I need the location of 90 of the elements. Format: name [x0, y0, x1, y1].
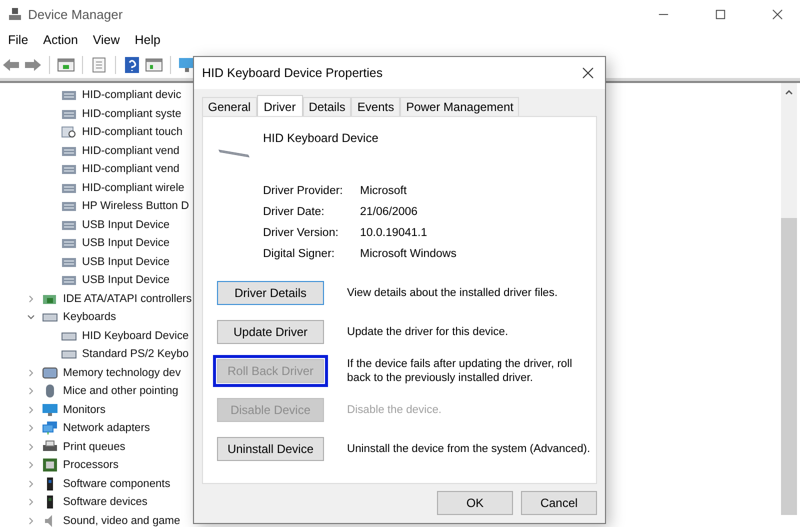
tree-item[interactable]: Network adapters: [63, 422, 150, 434]
tree-item[interactable]: Mice and other pointing: [63, 385, 178, 398]
device-category-icon: [42, 458, 58, 472]
tree-item[interactable]: Software devices: [63, 496, 148, 508]
expand-chevron-icon[interactable]: [27, 424, 35, 432]
tab[interactable]: Details: [302, 97, 352, 116]
expand-chevron-icon[interactable]: [27, 294, 35, 303]
action-description: If the device fails after updating the driver, roll back to the previously installed driver.: [347, 357, 574, 385]
tree-item[interactable]: IDE ATA/ATAPI controllers: [63, 292, 192, 305]
keyboard-device-icon: [61, 236, 77, 250]
collapse-chevron-icon[interactable]: [27, 313, 35, 322]
expand-chevron-icon[interactable]: [27, 516, 35, 525]
menu-item[interactable]: Action: [43, 33, 78, 47]
scrollbar-thumb[interactable]: [781, 218, 797, 515]
expand-chevron-icon[interactable]: [27, 461, 35, 470]
property-value: Microsoft Windows: [360, 248, 458, 260]
tab[interactable]: Driver: [256, 95, 303, 117]
window-title: Device Manager: [28, 6, 123, 22]
close-icon[interactable]: [582, 67, 594, 79]
tree-item[interactable]: HP Wireless Button D: [82, 200, 190, 212]
tree-item[interactable]: HID-compliant devic: [82, 89, 182, 102]
window-icon[interactable]: [57, 57, 75, 73]
keyboard-device-icon: [61, 273, 77, 288]
help-icon[interactable]: [123, 57, 141, 73]
tab[interactable]: General: [202, 97, 257, 116]
action-description: Disable the device.: [347, 403, 443, 417]
tree-item[interactable]: USB Input Device: [82, 237, 170, 250]
action-button[interactable]: Uninstall Device: [217, 437, 324, 461]
expand-chevron-icon[interactable]: [27, 480, 35, 488]
expand-chevron-icon[interactable]: [27, 368, 35, 377]
tree-item[interactable]: HID-compliant wirele: [82, 182, 184, 194]
tree-item[interactable]: Sound, video and game: [63, 514, 180, 527]
forward-arrow-icon[interactable]: [24, 57, 42, 73]
tree-item[interactable]: Standard PS/2 Keybo: [82, 348, 189, 360]
back-arrow-icon[interactable]: [2, 57, 20, 73]
device-category-icon: [42, 440, 58, 454]
expand-chevron-icon[interactable]: [27, 498, 35, 506]
tree-item[interactable]: HID-compliant vend: [82, 163, 180, 176]
property-value: 21/06/2006: [360, 206, 419, 218]
action-description: View details about the installed driver files.: [347, 286, 559, 300]
maximize-icon[interactable]: [715, 8, 726, 20]
tree-item[interactable]: Software components: [63, 478, 170, 490]
keyboard-device-icon: [61, 162, 77, 176]
action-description: Uninstall the device from the system (Advanced).: [347, 442, 592, 456]
device-category-icon: [42, 402, 58, 417]
menu-item[interactable]: File: [8, 33, 28, 47]
expand-chevron-icon[interactable]: [27, 406, 35, 414]
property-value: Microsoft: [360, 185, 408, 197]
property-value: 10.0.19041.1: [360, 227, 428, 239]
menu-item[interactable]: View: [92, 33, 120, 47]
dialog-button[interactable]: Cancel: [521, 491, 597, 515]
device-category-icon: [42, 366, 58, 380]
tree-item[interactable]: HID-compliant touch: [82, 126, 182, 138]
tab[interactable]: Power Management: [400, 97, 520, 116]
property-label: Digital Signer:: [263, 248, 336, 260]
device-name: HID Keyboard Device: [263, 131, 378, 145]
scroll-up-icon[interactable]: [785, 89, 793, 95]
tree-item[interactable]: Memory technology dev: [63, 366, 181, 379]
property-label: Driver Date:: [263, 206, 326, 218]
action-button[interactable]: Driver Details: [217, 281, 324, 305]
menu-item[interactable]: Help: [134, 33, 160, 47]
keyboard-icon: [217, 147, 251, 159]
document-icon[interactable]: [90, 57, 108, 73]
scrollbar[interactable]: [781, 83, 797, 515]
property-label: Driver Provider:: [263, 185, 344, 197]
tree-item[interactable]: Processors: [63, 459, 118, 472]
tree-item[interactable]: Monitors: [63, 404, 106, 416]
expand-chevron-icon[interactable]: [27, 442, 35, 451]
expand-chevron-icon[interactable]: [27, 387, 35, 396]
window-icon[interactable]: [145, 57, 163, 73]
close-icon[interactable]: [772, 8, 783, 20]
tree-item[interactable]: HID-compliant syste: [82, 108, 182, 120]
tree-item[interactable]: HID-compliant vend: [82, 144, 180, 157]
property-label: Driver Version:: [263, 227, 340, 239]
touch-device-icon: [61, 125, 77, 140]
tree-item[interactable]: Print queues: [63, 440, 126, 453]
dialog-title: HID Keyboard Device Properties: [202, 66, 383, 80]
action-button[interactable]: Update Driver: [217, 320, 324, 344]
tree-item[interactable]: Keyboards: [63, 311, 116, 324]
tab[interactable]: Events: [351, 97, 400, 116]
tree-item[interactable]: USB Input Device: [82, 256, 170, 268]
tree-item[interactable]: USB Input Device: [82, 274, 170, 286]
keyboard-device-icon: [61, 199, 77, 214]
tree-item[interactable]: HID Keyboard Device: [82, 330, 189, 342]
action-description: Update the driver for this device.: [347, 325, 510, 339]
tree-item[interactable]: USB Input Device: [82, 218, 170, 231]
app-icon: [8, 7, 22, 21]
device-category-icon: [42, 421, 58, 436]
dialog-button[interactable]: OK: [437, 491, 513, 515]
keyboard-device-icon: [61, 88, 77, 102]
